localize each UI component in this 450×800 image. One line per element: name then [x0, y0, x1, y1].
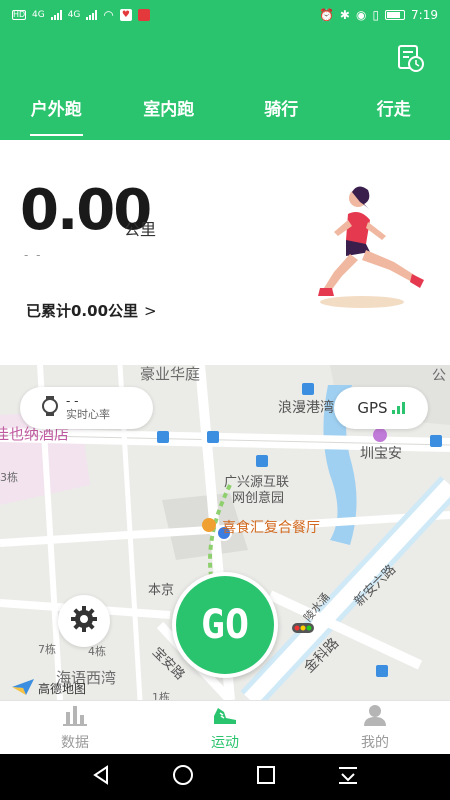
- settings-button[interactable]: [58, 595, 110, 647]
- vibrate-icon: ▯: [372, 8, 380, 22]
- signal-icon: [50, 10, 62, 20]
- heart-rate-text: - - 实时心率: [66, 394, 110, 422]
- wifi-icon: ◠: [103, 8, 114, 22]
- home-icon[interactable]: [172, 764, 194, 790]
- tab-indoor-run[interactable]: 室内跑: [113, 90, 226, 130]
- tab-cycling[interactable]: 骑行: [225, 90, 338, 130]
- nav-label-me: 我的: [361, 734, 389, 751]
- map-label: 豪业华庭: [140, 365, 201, 383]
- gps-label: GPS: [357, 399, 388, 417]
- map-label: 1栋: [152, 691, 170, 700]
- nav-item-data[interactable]: 数据: [0, 701, 150, 754]
- nav-item-sport[interactable]: 运动: [150, 701, 300, 754]
- distance-summary: 0.00 公里 - - 已累计0.00公里 >: [0, 140, 450, 365]
- heart-rate-chip[interactable]: - - 实时心率: [20, 387, 153, 429]
- gps-status-chip[interactable]: GPS: [334, 387, 428, 429]
- nav-label-sport: 运动: [211, 734, 239, 751]
- distance-unit: 公里: [124, 220, 157, 239]
- network-4g-label-2: 4G: [67, 10, 81, 20]
- records-clock-icon[interactable]: [396, 44, 426, 74]
- recents-icon[interactable]: [256, 765, 276, 789]
- map-label: 7栋: [38, 643, 56, 656]
- alarm-icon: ⏰: [318, 8, 334, 22]
- cumulative-distance-link[interactable]: 已累计0.00公里 >: [26, 300, 157, 321]
- system-nav-bar: [0, 754, 450, 800]
- tab-outdoor-run[interactable]: 户外跑: [0, 90, 113, 136]
- bar-chart-icon: [63, 704, 87, 730]
- notification-shade-icon[interactable]: [337, 765, 359, 789]
- running-shoe-icon: [212, 704, 238, 730]
- map-label: 公: [432, 368, 446, 384]
- amap-label: 高德地图: [38, 682, 87, 696]
- chevron-right-icon: >: [144, 301, 157, 320]
- runner-illustration: [312, 180, 437, 310]
- signal-icon-2: [86, 10, 98, 20]
- sub-value: - -: [24, 248, 43, 262]
- amap-logo-icon: [12, 679, 34, 698]
- tab-walking[interactable]: 行走: [338, 90, 450, 130]
- bottom-nav: 数据 运动 我的: [0, 700, 450, 754]
- battery-icon: [385, 10, 406, 20]
- heart-rate-value: - -: [66, 394, 79, 408]
- map-label: 网创意园: [232, 491, 285, 506]
- status-right: ⏰ ✱ ◉ ▯ 7:19: [319, 8, 438, 22]
- user-icon: [363, 704, 387, 730]
- map-label: 3栋: [0, 471, 18, 484]
- nav-item-me[interactable]: 我的: [300, 701, 450, 754]
- bluetooth-icon: ✱: [339, 8, 350, 22]
- map-label: 圳宝安: [360, 446, 402, 462]
- status-left: HD 4G 4G ◠ ♥: [12, 8, 150, 22]
- nav-label-data: 数据: [61, 734, 89, 751]
- health-app-icon: ♥: [119, 9, 132, 21]
- watch-icon: [42, 396, 58, 420]
- cumulative-distance-label: 已累计0.00公里: [26, 302, 139, 320]
- map-label: 喜食汇复合餐厅: [222, 520, 320, 536]
- map-view[interactable]: 豪业华庭 浪漫港湾 佳也纳酒店 圳宝安 广兴源互联 网创意园 喜食汇复合餐厅 本…: [0, 365, 450, 700]
- map-label: 本京: [148, 583, 175, 598]
- amap-logo: 高德地图: [12, 679, 86, 698]
- back-icon[interactable]: [91, 765, 111, 789]
- header: 户外跑 室内跑 骑行 行走: [0, 30, 450, 140]
- gps-signal-icon: [391, 402, 405, 414]
- map-label: 浪漫港湾: [278, 400, 334, 416]
- notification-app-icon: [137, 9, 150, 21]
- gear-icon: [70, 605, 98, 637]
- network-4g-label: 4G: [32, 10, 45, 20]
- status-time: 7:19: [411, 8, 438, 22]
- heart-rate-label: 实时心率: [66, 408, 110, 421]
- status-bar: HD 4G 4G ◠ ♥ ⏰ ✱ ◉ ▯ 7:19: [0, 0, 450, 30]
- sport-type-tabs: 户外跑 室内跑 骑行 行走: [0, 90, 450, 136]
- hd-indicator: HD: [12, 10, 26, 20]
- location-icon: ◉: [355, 8, 367, 22]
- go-button[interactable]: GO: [172, 572, 278, 678]
